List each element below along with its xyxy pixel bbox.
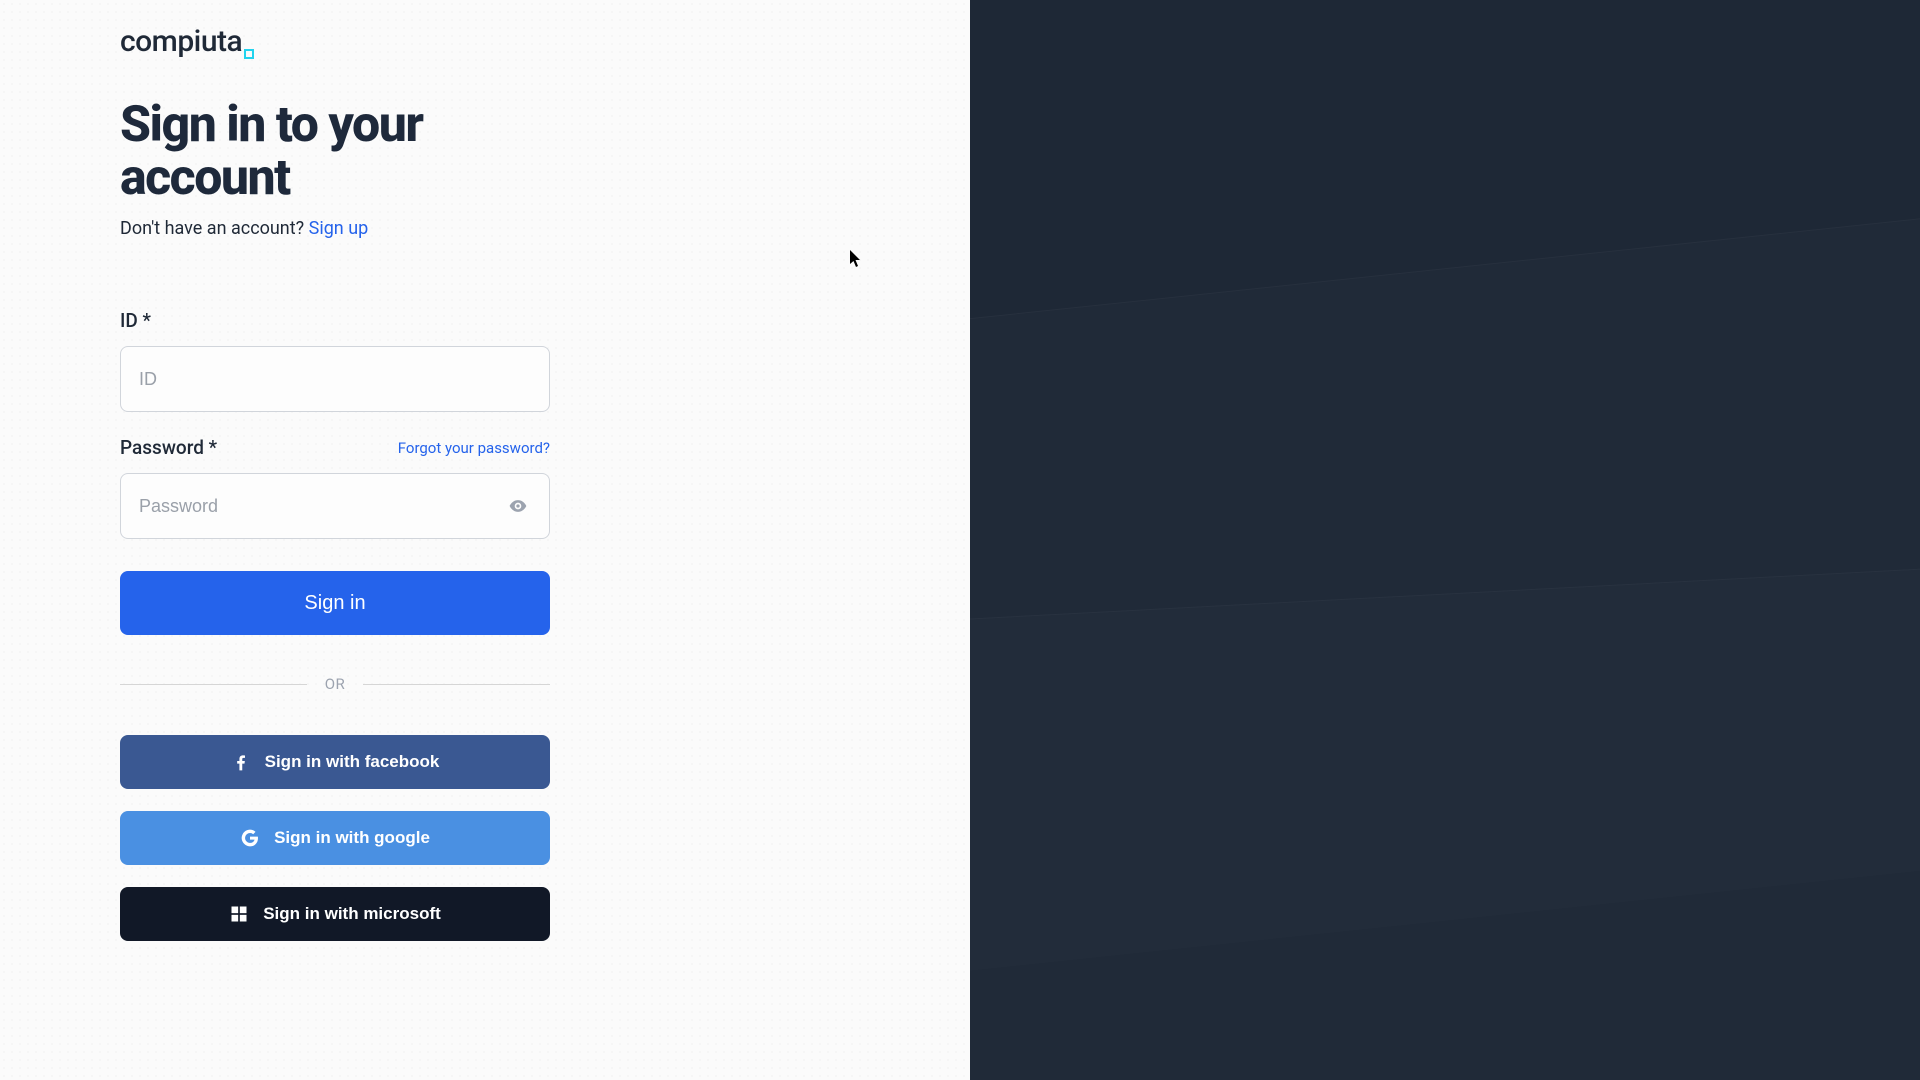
password-input[interactable] bbox=[120, 473, 550, 539]
forgot-password-link[interactable]: Forgot your password? bbox=[398, 439, 550, 457]
signup-link[interactable]: Sign up bbox=[309, 218, 369, 239]
page-title: Sign in to your account bbox=[120, 99, 550, 204]
signin-microsoft-button[interactable]: Sign in with microsoft bbox=[120, 887, 550, 941]
id-input[interactable] bbox=[120, 346, 550, 412]
logo-text: compiuta bbox=[120, 24, 242, 59]
facebook-button-label: Sign in with facebook bbox=[265, 752, 440, 772]
divider-line-left bbox=[120, 684, 307, 685]
password-input-wrap bbox=[120, 473, 550, 539]
eye-icon bbox=[508, 496, 528, 516]
password-label: Password * bbox=[120, 436, 217, 459]
signup-prompt-text: Don't have an account? bbox=[120, 218, 309, 239]
signin-facebook-button[interactable]: Sign in with facebook bbox=[120, 735, 550, 789]
id-input-wrap bbox=[120, 346, 550, 412]
signup-prompt: Don't have an account? Sign up bbox=[120, 218, 550, 239]
facebook-icon bbox=[231, 752, 251, 772]
login-panel: compiuta Sign in to your account Don't h… bbox=[0, 0, 970, 1080]
divider: OR bbox=[120, 675, 550, 693]
signin-google-button[interactable]: Sign in with google bbox=[120, 811, 550, 865]
id-label: ID * bbox=[120, 309, 550, 332]
logo-accent-icon bbox=[244, 49, 254, 59]
divider-line-right bbox=[363, 684, 550, 685]
microsoft-button-label: Sign in with microsoft bbox=[263, 904, 441, 924]
brand-logo: compiuta bbox=[120, 24, 550, 59]
password-label-row: Password * Forgot your password? bbox=[120, 436, 550, 459]
signin-button[interactable]: Sign in bbox=[120, 571, 550, 635]
hero-backdrop bbox=[970, 0, 1920, 1080]
microsoft-icon bbox=[229, 904, 249, 924]
toggle-password-visibility-button[interactable] bbox=[502, 490, 534, 522]
form-container: compiuta Sign in to your account Don't h… bbox=[120, 20, 550, 1080]
divider-text: OR bbox=[325, 675, 346, 693]
google-icon bbox=[240, 828, 260, 848]
google-button-label: Sign in with google bbox=[274, 828, 430, 848]
